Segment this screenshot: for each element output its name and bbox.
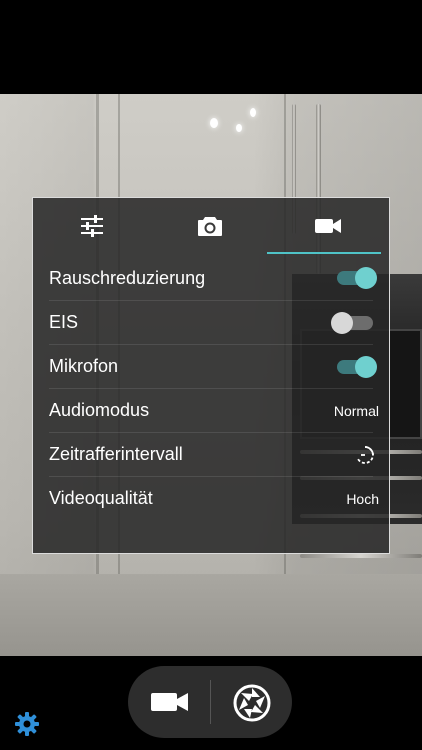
setting-label: Videoqualität <box>49 488 153 508</box>
microphone-toggle[interactable] <box>337 356 377 378</box>
camera-icon <box>198 217 222 236</box>
eis-toggle[interactable] <box>331 312 373 334</box>
settings-list: Rauschreduzierung EIS Mikrofon Audiomodu… <box>33 256 389 520</box>
active-tab-indicator <box>267 252 381 254</box>
tab-general-settings[interactable] <box>33 198 151 254</box>
setting-label: Zeitrafferintervall <box>49 444 183 464</box>
drawer-handle <box>300 554 422 558</box>
top-black-bar <box>0 0 422 94</box>
video-settings-panel: Rauschreduzierung EIS Mikrofon Audiomodu… <box>32 197 390 554</box>
floor <box>0 574 422 656</box>
setting-label: Rauschreduzierung <box>49 267 206 288</box>
tab-photo-settings[interactable] <box>151 198 269 254</box>
setting-row-audio-mode[interactable]: Audiomodus Normal <box>49 388 379 432</box>
ceiling-light <box>250 108 256 117</box>
video-camera-icon <box>315 219 341 233</box>
settings-tabs <box>33 198 389 254</box>
gear-icon[interactable] <box>14 711 40 737</box>
setting-row-video-quality[interactable]: Videoqualität Hoch <box>49 476 379 520</box>
setting-label: Audiomodus <box>49 400 150 420</box>
toggle-knob <box>355 267 377 289</box>
setting-row-eis[interactable]: EIS <box>49 300 373 344</box>
shutter-icon[interactable] <box>232 683 272 723</box>
mode-divider <box>210 680 211 724</box>
setting-row-noise-reduction[interactable]: Rauschreduzierung <box>33 256 389 300</box>
tab-video-settings[interactable] <box>269 198 387 254</box>
video-record-button[interactable] <box>148 686 192 718</box>
audio-mode-value[interactable]: Normal <box>334 403 379 419</box>
setting-row-microphone[interactable]: Mikrofon <box>49 344 377 388</box>
timer-icon[interactable] <box>355 445 375 465</box>
ceiling-light <box>236 124 242 132</box>
capture-mode-switcher <box>128 666 292 738</box>
toggle-knob <box>355 356 377 378</box>
video-camera-icon <box>151 693 188 711</box>
toggle-knob <box>331 312 353 334</box>
setting-label: EIS <box>49 312 79 332</box>
setting-row-timelapse-interval[interactable]: Zeitrafferintervall <box>49 432 375 476</box>
ceiling-light <box>210 118 218 128</box>
setting-label: Mikrofon <box>49 356 119 376</box>
noise-reduction-toggle[interactable] <box>337 267 377 289</box>
video-quality-value[interactable]: Hoch <box>346 491 379 507</box>
sliders-icon <box>81 215 103 237</box>
